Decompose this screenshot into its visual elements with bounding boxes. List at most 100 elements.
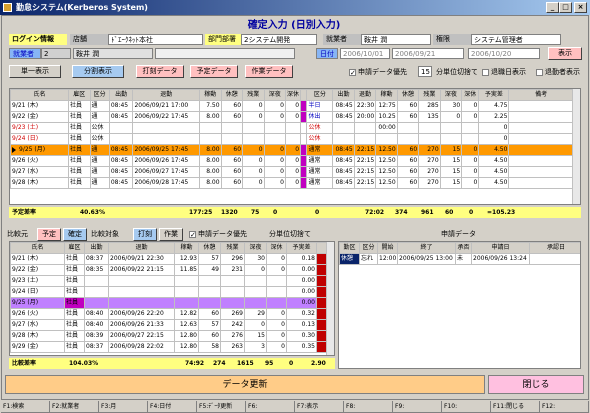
data-update-button[interactable]: データ更新: [5, 375, 485, 394]
table-row[interactable]: 9/28 (木) 社員通 08:45 2006/09/28 17:45 8.00 60 0 0…: [10, 177, 574, 189]
apply-grid[interactable]: 勤区 区分 開始 終了 承否 申請日 承認日 休憩 忘れ 12:00 2006/09/25 13:…: [338, 241, 581, 369]
show-retire-checkbox[interactable]: [482, 68, 489, 76]
table-row[interactable]: 9/27 (水) 社員 08:40 2006/09/26 21:33 12.63 57 24…: [10, 319, 329, 331]
col-header[interactable]: 深夜: [263, 89, 287, 101]
col-header[interactable]: 氏名: [10, 242, 65, 254]
cell-kubun-select[interactable]: 通常: [306, 166, 334, 178]
col-header[interactable]: 深休: [266, 242, 287, 254]
col-header[interactable]: 開始: [377, 242, 398, 254]
display-button[interactable]: 表示: [548, 47, 582, 60]
table-row[interactable]: 9/28 (木) 社員 08:39 2006/09/27 22:15 12.80 60 27…: [10, 330, 329, 342]
col-header[interactable]: 勤区: [339, 242, 360, 254]
cell-kubun-select[interactable]: 公休: [306, 133, 334, 145]
col-header[interactable]: 稼動: [199, 89, 222, 101]
cell-note[interactable]: [508, 144, 574, 156]
fkey-11[interactable]: F11:閉じる: [491, 401, 540, 412]
close-window-button[interactable]: ×: [574, 2, 587, 13]
col-header[interactable]: 終了: [397, 242, 456, 254]
cell-note[interactable]: [508, 166, 574, 178]
fkey-5[interactable]: F5:ﾃﾞｰﾀ更新: [197, 401, 246, 412]
table-row[interactable]: 9/27 (水) 社員通 08:45 2006/09/27 17:45 8.00 60 0 0…: [10, 166, 574, 178]
fkey-10[interactable]: F10:: [442, 401, 491, 412]
cell-kubun-select[interactable]: 通常: [306, 155, 334, 167]
cell-kubun-select[interactable]: 半日: [306, 100, 334, 112]
compare-confirm-button[interactable]: 確定: [63, 228, 87, 241]
table-row[interactable]: 9/23 (土) 社員 0.00: [10, 275, 329, 287]
split-view-button[interactable]: 分割表示: [72, 65, 124, 78]
col-header[interactable]: 深夜: [439, 89, 463, 101]
cell-note[interactable]: [508, 100, 574, 112]
col-header[interactable]: 退勤: [132, 89, 201, 101]
show-leave-checkbox[interactable]: [536, 68, 543, 76]
col-header[interactable]: 予実差: [478, 89, 510, 101]
close-button[interactable]: 閉じる: [488, 375, 584, 394]
col-header[interactable]: 退勤: [353, 89, 377, 101]
col-header[interactable]: 出勤: [108, 89, 134, 101]
compare-apply-checkbox[interactable]: [189, 230, 196, 238]
table-row[interactable]: 9/26 (火) 社員通 08:45 2006/09/26 17:45 8.00 60 0 0…: [10, 155, 574, 167]
table-row[interactable]: 9/23 (土) 社員 公休 公休 00:00 0: [10, 122, 574, 134]
fkey-9[interactable]: F9:: [393, 401, 442, 412]
compare-stamp-button[interactable]: 打刻: [133, 228, 157, 241]
col-header[interactable]: 出勤: [332, 89, 355, 101]
col-header[interactable]: 出勤: [84, 242, 109, 254]
col-header[interactable]: 残業: [242, 89, 265, 101]
worker-id-input[interactable]: 2: [41, 48, 71, 59]
cell-kubun-select[interactable]: 通常: [306, 177, 334, 189]
col-header[interactable]: 申請日: [471, 242, 530, 254]
col-header[interactable]: 稼動: [375, 89, 398, 101]
col-header[interactable]: 氏名: [10, 89, 70, 101]
fkey-8[interactable]: F8:: [344, 401, 393, 412]
fkey-12[interactable]: F12:: [540, 401, 589, 412]
col-header[interactable]: 区分: [306, 89, 334, 101]
daily-grid-scrollbar[interactable]: [572, 89, 580, 204]
daily-grid[interactable]: 氏名 雇区 区分 出勤 退勤 稼動 休憩 残業 深夜 深休 区分 出勤 退勤 稼動 休憩 残業 深夜 深休 予実差備…: [9, 88, 581, 205]
show-leave-option[interactable]: 退勤者表示: [533, 67, 589, 78]
col-header[interactable]: 深夜: [244, 242, 267, 254]
fkey-2[interactable]: F2:就業者: [50, 401, 99, 412]
cell-note[interactable]: [508, 111, 574, 123]
fkey-1[interactable]: F1:検索: [1, 401, 50, 412]
col-header[interactable]: 備考: [508, 89, 574, 101]
fkey-7[interactable]: F7:表示: [295, 401, 344, 412]
col-header[interactable]: 残業: [220, 242, 245, 254]
single-view-button[interactable]: 単一表示: [9, 65, 61, 78]
col-header[interactable]: 休憩: [198, 242, 221, 254]
col-header[interactable]: 退勤: [108, 242, 175, 254]
col-header[interactable]: 休憩: [396, 89, 420, 101]
minimize-button[interactable]: _: [546, 2, 559, 13]
fkey-6[interactable]: F6:: [246, 401, 295, 412]
col-header[interactable]: 稼動: [174, 242, 199, 254]
table-row[interactable]: 9/22 (金) 社員 08:35 2006/09/22 21:15 11.85 49 23…: [10, 264, 329, 276]
table-row[interactable]: 9/24 (日) 社員 0.00: [10, 286, 329, 298]
col-header[interactable]: 予実差: [286, 242, 317, 254]
col-header[interactable]: 休憩: [220, 89, 244, 101]
table-row[interactable]: 休憩 忘れ 12:00 2006/09/25 13:00 未 2006/09/26 13:…: [339, 253, 580, 265]
col-header[interactable]: 区分: [359, 242, 378, 254]
cell-kubun-select[interactable]: 通常: [306, 144, 334, 156]
compare-plan-button[interactable]: 予定: [37, 228, 61, 241]
apply-priority-option[interactable]: 申請データ優先: [346, 67, 418, 78]
cell-kubun-select[interactable]: 公休: [306, 122, 334, 134]
date-to-input[interactable]: 2006/10/20: [468, 48, 540, 59]
fkey-4[interactable]: F4:日付: [148, 401, 197, 412]
table-row[interactable]: 9/24 (日) 社員 公休 公休 0: [10, 133, 574, 145]
col-header[interactable]: 雇区: [68, 89, 91, 101]
col-header[interactable]: 承認日: [529, 242, 580, 254]
col-header[interactable]: 深休: [284, 89, 302, 101]
col-header[interactable]: 雇区: [64, 242, 85, 254]
table-row[interactable]: 9/25 (月) 社員通 08:45 2006/09/25 17:45 8.00 60 0 0…: [10, 144, 574, 156]
cell-note[interactable]: [508, 177, 574, 189]
apply-priority-checkbox[interactable]: [349, 68, 356, 76]
date-base-input[interactable]: 2006/10/01: [340, 48, 390, 59]
table-row[interactable]: 9/21 (木) 社員通 08:45 2006/09/21 17:00 7.50 60 0 0…: [10, 100, 574, 112]
col-header[interactable]: 承否: [455, 242, 472, 254]
cell-note[interactable]: [508, 155, 574, 167]
table-row[interactable]: 9/26 (火) 社員 08:40 2006/09/26 22:20 12.82 60 26…: [10, 308, 329, 320]
maximize-button[interactable]: □: [559, 2, 572, 13]
work-data-button[interactable]: 作業データ: [245, 65, 293, 78]
cell-note[interactable]: [508, 122, 574, 134]
cell-note[interactable]: [508, 133, 574, 145]
col-header[interactable]: 区分: [89, 89, 110, 101]
col-header[interactable]: 残業: [418, 89, 441, 101]
